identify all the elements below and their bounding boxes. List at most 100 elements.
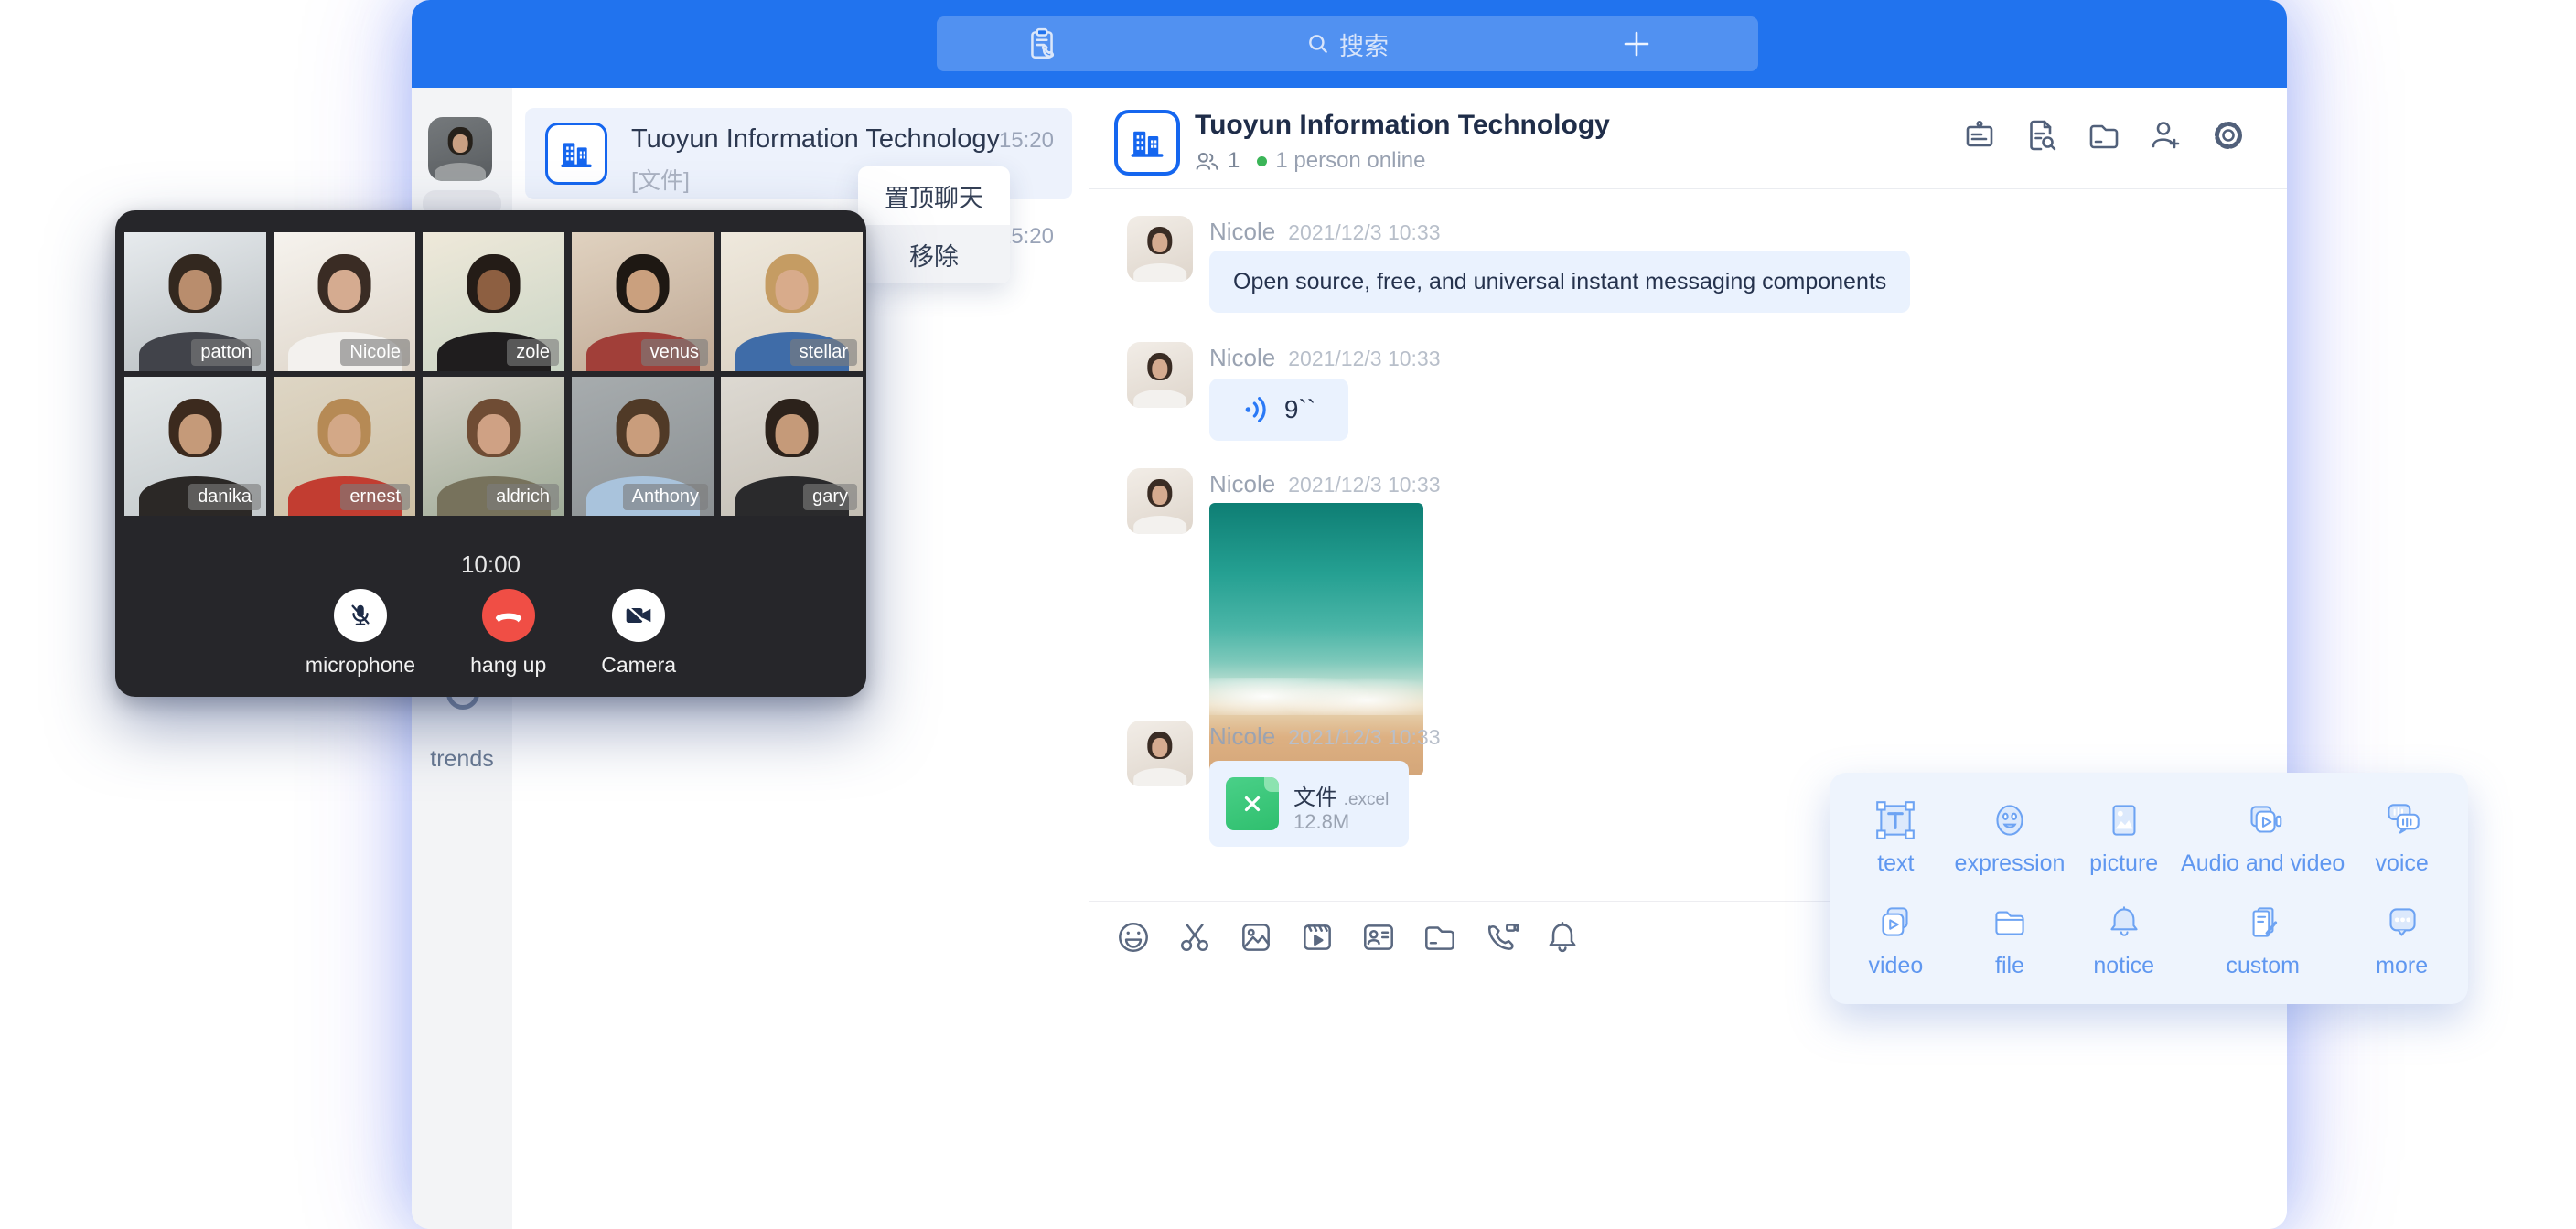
avatar	[1127, 216, 1193, 282]
chat-header: Tuoyun Information Technology 1 1 person…	[1089, 88, 2287, 189]
composer-toolbar	[1114, 918, 1582, 956]
menu-item-remove[interactable]: 移除	[858, 225, 1010, 283]
members-icon	[1195, 150, 1219, 173]
avatar	[1127, 342, 1193, 408]
send-video-icon[interactable]	[1298, 918, 1336, 956]
panel-label: text	[1877, 850, 1914, 877]
call-controls: microphone hang up Camer	[115, 589, 866, 678]
wave-foam	[1209, 678, 1423, 716]
file-ext: .excel	[1344, 790, 1390, 809]
participant-name: danika	[188, 484, 261, 510]
hang-up-label: hang up	[470, 653, 546, 678]
settings-gear-icon[interactable]	[2210, 117, 2247, 154]
text-message-bubble: Open source, free, and universal instant…	[1209, 251, 1910, 313]
panel-item-picture[interactable]: picture	[2066, 785, 2181, 889]
notification-bell-icon[interactable]	[1543, 918, 1582, 956]
chat-subtitle: 1 1 person online	[1195, 148, 1425, 174]
picture-icon	[2101, 797, 2147, 843]
sender-name: Nicole	[1209, 722, 1275, 750]
message-time: 2021/12/3 10:33	[1288, 473, 1440, 497]
microphone-button[interactable]: microphone	[306, 589, 415, 678]
panel-item-video[interactable]: video	[1839, 889, 1953, 992]
video-tile: aldrich	[423, 377, 564, 516]
panel-label: file	[1995, 953, 2024, 979]
conversation-title: Tuoyun Information Technology	[631, 124, 1000, 155]
contact-card-icon[interactable]	[1359, 918, 1398, 956]
screenshot-scissors-icon[interactable]	[1175, 918, 1214, 956]
message-meta: Nicole2021/12/3 10:33	[1209, 470, 1441, 498]
panel-label: notice	[2093, 953, 2154, 979]
participant-name: gary	[803, 484, 857, 510]
participant-name: stellar	[790, 339, 857, 366]
hang-up-button[interactable]: hang up	[470, 589, 546, 678]
chat-title: Tuoyun Information Technology	[1195, 110, 1610, 141]
camera-label: Camera	[601, 653, 676, 678]
avatar	[1127, 721, 1193, 786]
panel-item-text[interactable]: text	[1839, 785, 1953, 889]
file-message-bubble[interactable]: 文件 .excel 12.8M	[1209, 761, 1409, 847]
expression-icon	[1987, 797, 2033, 843]
more-icon	[2379, 900, 2425, 946]
participant-name: aldrich	[487, 484, 559, 510]
emoji-icon[interactable]	[1114, 918, 1153, 956]
announcement-icon[interactable]	[1961, 117, 1998, 154]
video-grid: patton Nicole zole venus stellar danika	[124, 232, 857, 516]
building-icon	[1128, 123, 1166, 162]
participant-name: patton	[191, 339, 261, 366]
group-files-icon[interactable]	[2086, 117, 2122, 154]
panel-item-custom[interactable]: custom	[2181, 889, 2345, 992]
message-time: 2021/12/3 10:33	[1288, 725, 1440, 749]
online-status: 1 person online	[1275, 148, 1425, 174]
notice-bell-icon	[2101, 900, 2147, 946]
panel-item-voice[interactable]: voice	[2345, 785, 2459, 889]
current-user-avatar[interactable]	[428, 117, 492, 181]
message-type-panel: text expression picture	[1830, 773, 2468, 1004]
conversation-context-menu: 置顶聊天 移除	[858, 166, 1010, 283]
panel-item-file[interactable]: file	[1953, 889, 2067, 992]
panel-label: video	[1868, 953, 1923, 979]
video-tile: Anthony	[572, 377, 714, 516]
add-plus-icon[interactable]	[1617, 25, 1656, 63]
conversation-time: 15:20	[999, 128, 1054, 154]
add-member-icon[interactable]	[2148, 117, 2184, 154]
search-placeholder: 搜索	[1339, 27, 1389, 62]
panel-label: picture	[2089, 850, 2158, 877]
chat-history-search-icon[interactable]	[2023, 117, 2060, 154]
group-avatar	[545, 123, 607, 185]
video-tile: ernest	[274, 377, 415, 516]
video-tile: Nicole	[274, 232, 415, 371]
panel-item-more[interactable]: more	[2345, 889, 2459, 992]
message-meta: Nicole 2021/12/3 10:33	[1209, 722, 1441, 751]
chat-group-avatar	[1114, 110, 1180, 176]
video-tile: gary	[721, 377, 863, 516]
conversation-preview: [文件]	[631, 163, 690, 196]
send-file-icon[interactable]	[1421, 918, 1459, 956]
panel-item-notice[interactable]: notice	[2066, 889, 2181, 992]
send-image-icon[interactable]	[1237, 918, 1275, 956]
file-folder-icon	[1987, 900, 2033, 946]
search-bar[interactable]: 搜索	[937, 16, 1758, 71]
chat-header-actions	[1961, 117, 2247, 154]
panel-item-audio-video[interactable]: Audio and video	[2181, 785, 2345, 889]
message-meta: Nicole2021/12/3 10:33	[1209, 344, 1441, 372]
panel-item-expression[interactable]: expression	[1953, 785, 2067, 889]
title-bar: 搜索	[412, 0, 2287, 88]
mic-muted-icon	[347, 602, 374, 629]
call-timer: 10:00	[115, 550, 866, 579]
video-call-icon[interactable]	[1482, 918, 1520, 956]
sender-name: Nicole	[1209, 344, 1275, 371]
avatar	[1127, 468, 1193, 534]
participant-name: zole	[507, 339, 559, 366]
file-name: 文件	[1293, 785, 1337, 810]
panel-label: more	[2376, 953, 2428, 979]
message-time: 2021/12/3 10:33	[1288, 220, 1440, 244]
audio-video-icon	[2240, 797, 2286, 843]
camera-button[interactable]: Camera	[601, 589, 676, 678]
sender-name: Nicole	[1209, 218, 1275, 245]
participant-name: venus	[641, 339, 708, 366]
text-icon	[1873, 797, 1918, 843]
member-count: 1	[1228, 148, 1240, 174]
menu-item-pin-chat[interactable]: 置顶聊天	[858, 166, 1010, 225]
voice-message-bubble[interactable]: 9``	[1209, 379, 1348, 441]
video-tile: danika	[124, 377, 266, 516]
